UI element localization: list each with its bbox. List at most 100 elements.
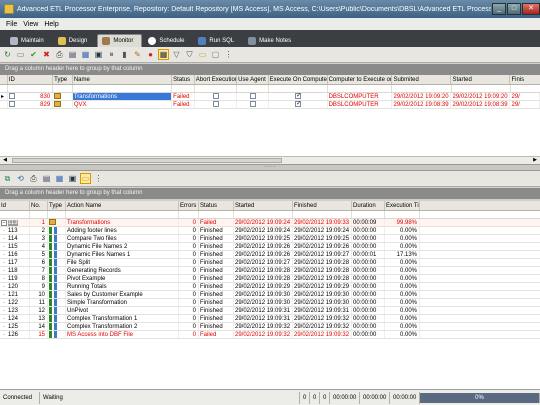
menu-view[interactable]: View bbox=[23, 21, 38, 28]
col-finished[interactable]: Finished bbox=[293, 201, 352, 210]
brush-icon[interactable]: ✎ bbox=[132, 49, 143, 60]
refresh-icon[interactable]: ↻ bbox=[2, 49, 13, 60]
col-finished[interactable]: Finis bbox=[510, 75, 540, 84]
exec-checkbox[interactable]: ✓ bbox=[295, 93, 301, 100]
row-checkbox[interactable] bbox=[8, 93, 15, 99]
col-status[interactable]: Status bbox=[199, 201, 234, 210]
menu-file[interactable]: File bbox=[6, 21, 17, 28]
col-id[interactable]: ID bbox=[8, 75, 54, 84]
cell-name: Transformations bbox=[72, 93, 173, 100]
grid-view-icon[interactable]: ▦ bbox=[158, 49, 169, 60]
cell-started: 29/02/2012 19:09:32 bbox=[234, 331, 293, 338]
note-icon[interactable]: ▭ bbox=[197, 49, 208, 60]
more-icon[interactable]: ⋮ bbox=[223, 49, 234, 60]
page-icon[interactable]: ▭ bbox=[15, 49, 26, 60]
table-row[interactable]: · 117 6 File Split 0 Finished 29/02/2012 19:09… bbox=[0, 259, 540, 267]
preview-icon[interactable]: ▤ bbox=[67, 49, 78, 60]
tab-schedule[interactable]: Schedule bbox=[144, 34, 192, 47]
table-row[interactable]: −113 1 Transformations 0 Failed 29/02/2012 19… bbox=[0, 219, 540, 227]
table-row[interactable]: 829 QVX Failed ✓ DBSLCOMPUTER 29/02/2012… bbox=[0, 101, 540, 109]
table-row[interactable]: · 122 11 Simple Transformation 0 Finished 29/0… bbox=[0, 299, 540, 307]
maximize-button[interactable]: □ bbox=[507, 3, 521, 15]
expand-icon[interactable]: ⧉ bbox=[2, 173, 13, 184]
scroll-left-icon[interactable]: ◀ bbox=[1, 157, 9, 164]
col-action-name[interactable]: Action Name bbox=[66, 201, 179, 210]
close-button[interactable]: ✕ bbox=[522, 3, 540, 15]
col-agent[interactable]: Use Agent bbox=[237, 75, 269, 84]
table-row[interactable]: · 113 2 Adding footer lines 0 Finished 29/02/2… bbox=[0, 227, 540, 235]
col-abort[interactable]: Abort Execution bbox=[195, 75, 238, 84]
note-icon[interactable]: ▭ bbox=[80, 173, 91, 184]
tab-design[interactable]: Design bbox=[54, 34, 96, 47]
col-errors[interactable]: Errors bbox=[179, 201, 199, 210]
tab-monitor[interactable]: Monitor bbox=[97, 34, 143, 47]
more-icon[interactable]: ⋮ bbox=[93, 173, 104, 184]
agent-checkbox[interactable] bbox=[249, 101, 256, 108]
export-icon[interactable]: ▦ bbox=[54, 173, 65, 184]
scroll-thumb[interactable] bbox=[12, 158, 282, 163]
cell-status: Finished bbox=[199, 267, 234, 274]
filter-row[interactable] bbox=[0, 211, 540, 219]
col-status[interactable]: Status bbox=[172, 75, 195, 84]
col-started[interactable]: Started bbox=[234, 201, 293, 210]
preview-icon[interactable]: ▤ bbox=[41, 173, 52, 184]
top-horizontal-scrollbar[interactable]: ◀ ▶ bbox=[0, 156, 540, 164]
filter-row[interactable] bbox=[0, 85, 540, 93]
menu-help[interactable]: Help bbox=[44, 21, 58, 28]
table-row[interactable]: ▸ 830 Transformations Failed ✓ DBSLCOMPU… bbox=[0, 93, 540, 101]
col-name[interactable]: Name bbox=[73, 75, 173, 84]
table-row[interactable]: · 120 9 Running Totals 0 Finished 29/02/2012 1… bbox=[0, 283, 540, 291]
table-row[interactable]: · 125 14 Complex Transformation 2 0 Finished 2… bbox=[0, 323, 540, 331]
col-submitted[interactable]: Submited bbox=[392, 75, 452, 84]
table-row[interactable]: · 126 15 MS Access into DBF File 0 Failed 29/0… bbox=[0, 331, 540, 339]
table-row[interactable]: · 115 4 Dynamic File Names 2 0 Finished 29/02/… bbox=[0, 243, 540, 251]
col-no[interactable]: No. bbox=[30, 201, 48, 210]
table-row[interactable]: · 119 8 Pivot Example 0 Finished 29/02/2012 19… bbox=[0, 275, 540, 283]
tab-make-notes[interactable]: Make Notes bbox=[244, 34, 299, 47]
export-icon[interactable]: ▦ bbox=[80, 49, 91, 60]
abort-checkbox[interactable] bbox=[212, 101, 219, 108]
col-exec-time[interactable]: Execution Ti bbox=[385, 201, 420, 210]
print-icon[interactable]: ⎙ bbox=[54, 49, 65, 60]
cell-finished: 29/02/2012 19:09:33 bbox=[293, 219, 352, 226]
col-duration[interactable]: Duration bbox=[352, 201, 385, 210]
funnel-icon[interactable]: ⛉ bbox=[184, 49, 195, 60]
delete-icon[interactable]: ✖ bbox=[41, 49, 52, 60]
table-row[interactable]: · 123 12 UnPivot 0 Finished 29/02/2012 19:09:3… bbox=[0, 307, 540, 315]
table-row[interactable]: · 124 13 Complex Transformation 1 0 Finished 2… bbox=[0, 315, 540, 323]
print-icon[interactable]: ⎙ bbox=[28, 173, 39, 184]
table-row[interactable]: · 116 5 Dynamic Files Names 1 0 Finished 29/02… bbox=[0, 251, 540, 259]
check-icon[interactable]: ✔ bbox=[28, 49, 39, 60]
col-id[interactable]: Id bbox=[0, 201, 30, 210]
minimize-button[interactable]: _ bbox=[492, 3, 506, 15]
record-icon[interactable]: ● bbox=[145, 49, 156, 60]
panel-splitter[interactable]: ······· bbox=[0, 164, 540, 171]
abort-checkbox[interactable] bbox=[212, 93, 219, 100]
scroll-right-icon[interactable]: ▶ bbox=[531, 157, 539, 164]
comment-icon[interactable]: ▢ bbox=[210, 49, 221, 60]
save-icon[interactable]: ▣ bbox=[93, 49, 104, 60]
agent-checkbox[interactable] bbox=[249, 93, 256, 100]
group-hint-bottom[interactable]: Drag a column header here to group by th… bbox=[0, 188, 540, 199]
col-computer[interactable]: Computer to Execute on bbox=[328, 75, 393, 84]
save-icon[interactable]: ▣ bbox=[67, 173, 78, 184]
table-row[interactable]: · 118 7 Generating Records 0 Finished 29/02/20… bbox=[0, 267, 540, 275]
col-exec-on[interactable]: Execute On Computer bbox=[269, 75, 328, 84]
collapse-icon[interactable]: ⟲ bbox=[15, 173, 26, 184]
tab-run-sql[interactable]: Run SQL bbox=[194, 34, 242, 47]
col-type[interactable]: Type bbox=[53, 75, 73, 84]
col-type[interactable]: Type bbox=[48, 201, 66, 210]
filter-icon[interactable]: ▽ bbox=[171, 49, 182, 60]
table-row[interactable]: · 114 3 Compare Two files 0 Finished 29/02/201… bbox=[0, 235, 540, 243]
collapse-icon[interactable]: − bbox=[1, 220, 7, 226]
pause-icon[interactable]: ⏸ bbox=[106, 49, 117, 60]
group-hint-top[interactable]: Drag a column header here to group by th… bbox=[0, 64, 540, 75]
stop-icon[interactable]: ▮ bbox=[119, 49, 130, 60]
cell-no: 13 bbox=[30, 315, 48, 322]
tab-maintain[interactable]: Maintain bbox=[6, 34, 52, 47]
cell-type bbox=[48, 267, 66, 274]
row-checkbox[interactable] bbox=[8, 101, 15, 107]
table-row[interactable]: · 121 10 Sales by Customer Example 0 Finished… bbox=[0, 291, 540, 299]
col-started[interactable]: Started bbox=[451, 75, 511, 84]
exec-checkbox[interactable]: ✓ bbox=[295, 101, 301, 108]
